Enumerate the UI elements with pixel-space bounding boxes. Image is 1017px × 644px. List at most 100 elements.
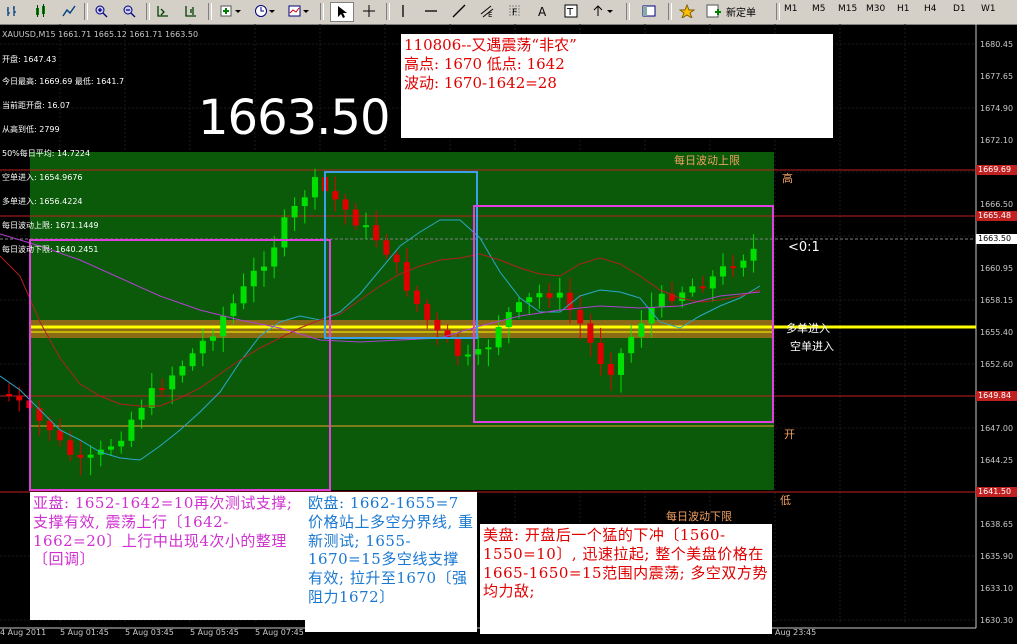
timeframe-m1[interactable]: M1: [784, 4, 798, 14]
candle-body: [57, 430, 63, 441]
header-line-1: 110806--又遇震荡“非农”: [404, 36, 577, 54]
candle-body: [16, 395, 23, 401]
candle-body: [679, 292, 686, 301]
candle-body: [414, 290, 420, 304]
indicators-icon[interactable]: [218, 2, 244, 20]
candle-body: [567, 292, 573, 310]
candle-body: [495, 327, 502, 348]
big-price-display: 1663.50: [198, 90, 390, 146]
favorites-icon[interactable]: [678, 2, 696, 20]
timeframe-h1[interactable]: H1: [897, 4, 910, 14]
price-tag-high: 1669.69: [976, 165, 1017, 175]
price-tick: 1677.65: [980, 72, 1014, 81]
candle-body: [516, 302, 522, 313]
window-icon[interactable]: [640, 2, 658, 20]
text-icon[interactable]: A: [534, 2, 552, 20]
periods-icon[interactable]: [252, 2, 278, 20]
toolbar-separator: [320, 3, 324, 20]
candle-body: [526, 297, 533, 303]
timeframe-w1[interactable]: W1: [981, 4, 996, 14]
templates-icon[interactable]: [286, 2, 312, 20]
candle-body: [271, 247, 278, 267]
timeframe-m5[interactable]: M5: [812, 4, 826, 14]
indicator-open: 开盘: 1647.43: [2, 55, 57, 64]
candle-body: [312, 177, 318, 198]
candle-body: [475, 349, 482, 355]
candle-body: [740, 260, 747, 268]
candle-body: [587, 323, 594, 343]
price-tick: 1658.15: [980, 296, 1014, 305]
open-label: 开: [784, 428, 795, 441]
timeframe-m30[interactable]: M30: [866, 4, 885, 14]
zoom-in-icon[interactable]: [92, 2, 110, 20]
daily-upper-label: 每日波动上限: [674, 154, 740, 167]
line-chart-icon[interactable]: [60, 2, 78, 20]
timeframe-m15[interactable]: M15: [838, 4, 857, 14]
candle-body: [189, 353, 196, 367]
candle-body: [720, 266, 726, 277]
candle-body: [342, 199, 349, 210]
timeframe-d1[interactable]: D1: [953, 4, 966, 14]
toolbar-separator: [386, 3, 390, 20]
header-line-3: 波动: 1670-1642=28: [404, 73, 557, 92]
candle-body: [546, 293, 553, 298]
chart-shift-icon[interactable]: [182, 2, 200, 20]
candle-body: [118, 440, 125, 447]
time-tick: 5 Aug 01:45: [60, 628, 109, 637]
price-tick: 1660.95: [980, 264, 1014, 273]
price-tick: 1638.65: [980, 520, 1014, 529]
candle-body: [424, 303, 431, 320]
trendline-icon[interactable]: [450, 2, 468, 20]
svg-text:A: A: [538, 5, 547, 18]
channel-icon[interactable]: E: [478, 2, 496, 20]
candle-body: [261, 266, 267, 271]
timeframe-h4[interactable]: H4: [924, 4, 937, 14]
price-tick: 1644.25: [980, 456, 1014, 465]
price-tag-open: 1649.84: [976, 391, 1017, 401]
indicator-daily-lower: 每日波动下限: 1640.2451: [2, 245, 99, 254]
candle-body: [301, 197, 308, 207]
candle-body: [291, 206, 298, 218]
new-order-label: 新定单: [726, 7, 756, 19]
candle-body: [169, 375, 176, 390]
candle-body: [607, 364, 614, 375]
zoom-out-icon[interactable]: [120, 2, 138, 20]
toolbar-separator: [84, 3, 88, 20]
horizontal-line-icon[interactable]: [422, 2, 440, 20]
price-tick: 1680.45: [980, 40, 1014, 49]
price-tick: 1674.90: [980, 104, 1014, 113]
vertical-line-icon[interactable]: [394, 2, 412, 20]
price-tick: 1666.50: [980, 200, 1014, 209]
bar-chart-icon[interactable]: [4, 2, 22, 20]
chart-window[interactable]: XAUUSD,M15 1661.71 1665.12 1661.71 1663.…: [0, 24, 1017, 644]
time-tick: 5 Aug 05:45: [190, 628, 239, 637]
price-tick: 1652.60: [980, 360, 1014, 369]
candlestick-icon[interactable]: [32, 2, 50, 20]
price-tag-low: 1641.50: [976, 487, 1017, 497]
candle-body: [393, 254, 400, 263]
candle-body: [628, 336, 635, 354]
cursor-icon[interactable]: [330, 2, 354, 22]
crosshair-icon[interactable]: [360, 2, 378, 20]
candle-body: [250, 270, 257, 287]
fibonacci-icon[interactable]: F: [506, 2, 524, 20]
candle-body: [332, 191, 339, 200]
candle-body: [699, 286, 706, 289]
candle-body: [434, 319, 441, 331]
candle-body: [750, 248, 757, 261]
candle-body: [465, 354, 471, 357]
toolbar-separator: [626, 3, 630, 20]
candle-body: [618, 353, 624, 375]
new-order-button[interactable]: 新定单: [706, 2, 774, 20]
text-label-icon[interactable]: T: [562, 2, 580, 20]
toolbar-separator: [668, 3, 672, 20]
candle-body: [454, 338, 461, 356]
arrows-icon[interactable]: [590, 2, 616, 20]
toolbar-separator: [146, 3, 150, 20]
time-tick: 5 Aug 07:45: [255, 628, 304, 637]
candle-body: [108, 446, 114, 450]
auto-scroll-icon[interactable]: [154, 2, 172, 20]
toolbar-separator: [208, 3, 212, 20]
indicator-daily-upper: 每日波动上限: 1671.1449: [2, 221, 99, 230]
candle-body: [77, 454, 84, 458]
